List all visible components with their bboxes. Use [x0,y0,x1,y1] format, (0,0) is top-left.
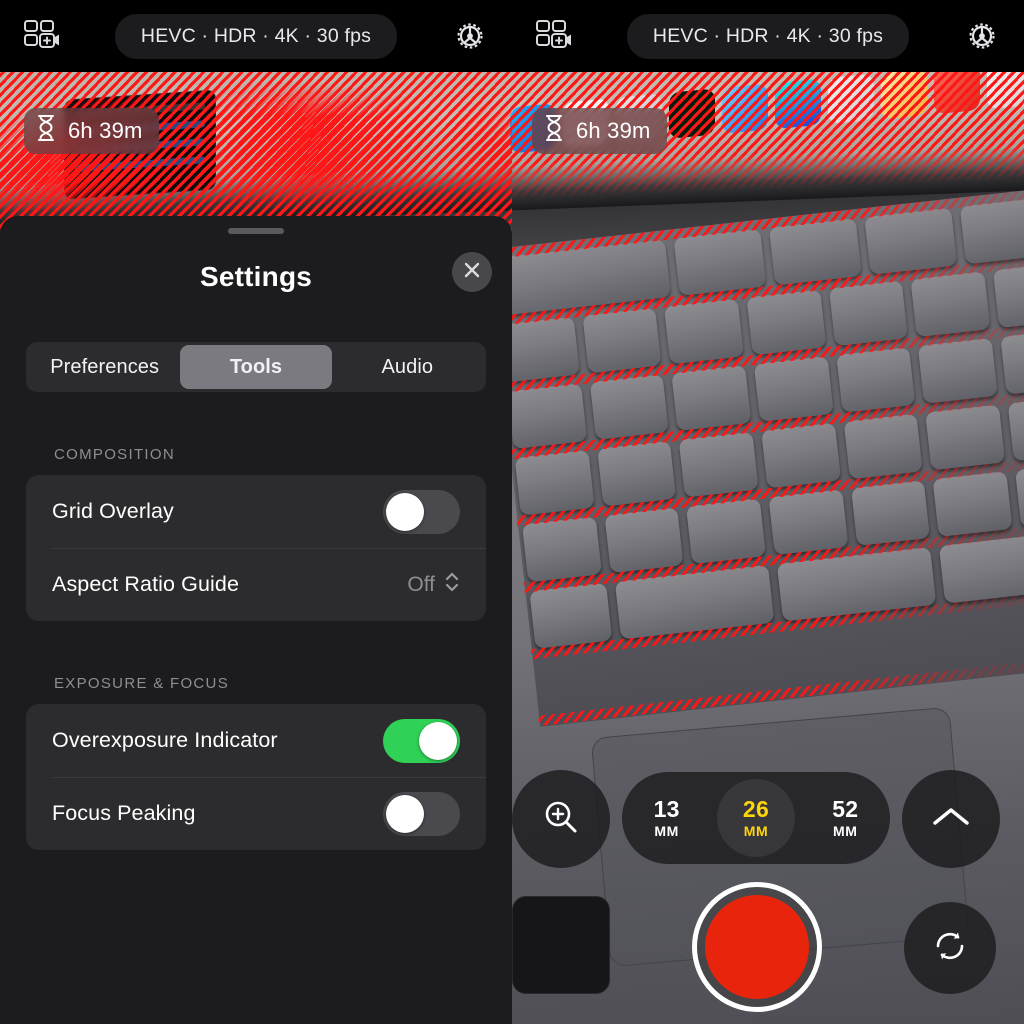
row-label: Aspect Ratio Guide [52,572,240,596]
lens-selector[interactable]: 13 MM 26 MM 52 MM [622,772,890,864]
row-aspect-ratio-guide[interactable]: Aspect Ratio Guide Off [26,548,486,621]
chevron-up-down-icon [444,569,460,600]
top-bar-left: HEVC · HDR · 4K · 30 fps [0,0,512,72]
camera-app-screen: 6h 39m 6h 39m HEVC · HDR · 4K · 30 fps H… [0,0,1024,1024]
record-indicator [705,895,809,999]
settings-group-composition: Grid Overlay Aspect Ratio Guide Off [26,475,486,621]
record-button[interactable] [692,882,822,1012]
magnify-button[interactable] [512,770,610,868]
lens-value: 26 [742,796,770,822]
close-icon [462,260,482,285]
settings-tabs: Preferences Tools Audio [26,342,486,392]
page-title: Settings [199,261,313,292]
camera-flip-button[interactable] [904,902,996,994]
row-control [383,718,460,763]
row-overexposure-indicator[interactable]: Overexposure Indicator [26,704,486,777]
row-label: Focus Peaking [52,801,196,825]
toggle-knob [386,794,424,833]
close-button[interactable] [452,252,492,292]
magnifier-plus-icon [541,797,581,842]
chevron-up-icon [930,803,972,836]
multicam-add-icon[interactable] [20,14,64,58]
lens-value: 13 [653,796,680,822]
format-pill-right[interactable]: HEVC · HDR · 4K · 30 fps [626,13,910,59]
overexposure-indicator-toggle[interactable] [383,718,460,763]
row-focus-peaking[interactable]: Focus Peaking [26,777,486,850]
gear-icon[interactable] [960,14,1004,58]
top-bar-right: HEVC · HDR · 4K · 30 fps [512,0,1024,72]
gallery-thumbnail[interactable] [512,896,610,994]
row-label: Overexposure Indicator [52,728,278,752]
multicam-add-icon[interactable] [532,14,576,58]
grid-overlay-toggle[interactable] [383,489,460,534]
hourglass-icon [36,115,56,147]
sheet-header: Settings [0,234,512,320]
aspect-ratio-value: Off [407,572,435,596]
section-header-composition: COMPOSITION [54,446,175,463]
lens-option-26mm[interactable]: 26 MM [716,779,795,857]
camera-controls: 13 MM 26 MM 52 MM [512,72,1024,1024]
settings-sheet: Settings Preferences Tools Audio COMPOSI… [0,216,512,1024]
lens-value: 52 [832,796,859,822]
camera-flip-icon [930,926,970,971]
focus-peaking-toggle[interactable] [383,791,460,836]
lens-option-52mm[interactable]: 52 MM [806,779,884,857]
row-control [383,791,460,836]
lens-option-13mm[interactable]: 13 MM [628,779,706,857]
lens-unit: MM [654,823,679,839]
expand-lens-options-button[interactable] [902,770,1000,868]
tab-audio[interactable]: Audio [332,345,483,389]
toggle-knob [386,492,424,531]
tab-tools[interactable]: Tools [180,345,332,389]
lens-unit: MM [743,823,769,839]
settings-group-exposure-focus: Overexposure Indicator Focus Peaking [26,704,486,850]
row-control [383,489,460,534]
lens-unit: MM [833,823,858,839]
screen-time-value: 6h 39m [68,118,143,143]
format-pill-left[interactable]: HEVC · HDR · 4K · 30 fps [114,13,398,59]
tab-preferences[interactable]: Preferences [29,345,180,389]
row-control[interactable]: Off [407,569,460,600]
row-grid-overlay[interactable]: Grid Overlay [26,475,486,548]
section-header-exposure-focus: EXPOSURE & FOCUS [54,675,229,692]
row-label: Grid Overlay [52,499,174,523]
toggle-knob [419,721,457,760]
screen-time-overlay-left: 6h 39m [24,108,159,154]
gear-icon[interactable] [448,14,492,58]
